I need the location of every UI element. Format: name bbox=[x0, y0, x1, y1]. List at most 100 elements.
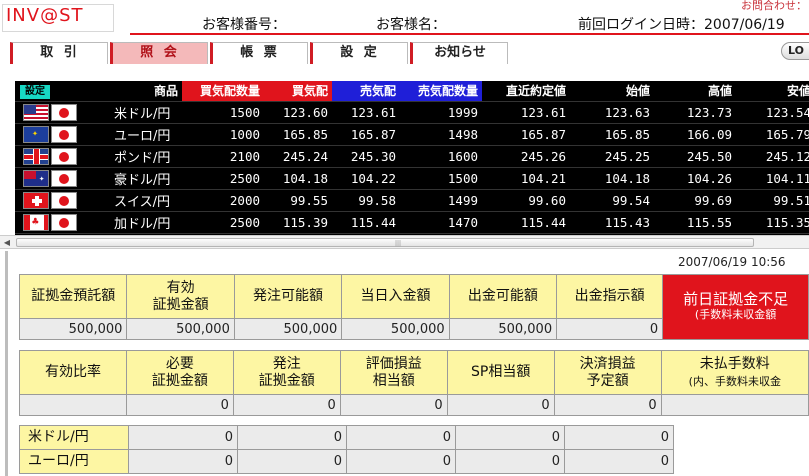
rates-header-row: 設定 商品 買気配数量 買気配 売気配 売気配数量 直近約定値 始値 高値 安値… bbox=[15, 81, 809, 101]
col-open: 始値 bbox=[570, 81, 654, 101]
flag-jp-icon bbox=[51, 147, 77, 165]
header-order-available: 発注可能額 bbox=[233, 274, 343, 319]
rate-last: 165.87 bbox=[482, 122, 570, 145]
rate-bid[interactable]: 165.85 bbox=[264, 122, 332, 145]
flag-cell bbox=[15, 188, 100, 211]
unpaid-fees-title: 未払手数料 bbox=[699, 355, 770, 372]
main-nav: 取 引 照 会 帳 票 設 定 お知らせ LO bbox=[0, 40, 809, 66]
rate-pair[interactable]: スイス/円 bbox=[100, 188, 182, 211]
breakdown-value: 0 bbox=[128, 449, 238, 474]
rate-bid[interactable]: 123.60 bbox=[264, 100, 332, 123]
rate-row[interactable]: ユーロ/円1000165.85165.871498165.87165.85166… bbox=[15, 122, 809, 145]
rate-low: 123.54 bbox=[736, 100, 809, 123]
rate-pair[interactable]: 加ドル/円 bbox=[100, 210, 182, 233]
rate-ask[interactable]: 245.30 bbox=[332, 144, 400, 167]
tab-reports[interactable]: 帳 票 bbox=[210, 42, 308, 64]
scrollbar-thumb[interactable]: ||| bbox=[16, 238, 754, 247]
rate-low: 165.79 bbox=[736, 122, 809, 145]
rate-bid[interactable]: 245.24 bbox=[264, 144, 332, 167]
rate-pair[interactable]: ポンド/円 bbox=[100, 144, 182, 167]
alert-title: 前日証拠金不足 bbox=[683, 290, 789, 308]
rate-row[interactable]: スイス/円 2000 99.55 99.58 1499 99.60 99.54 99.69 99… bbox=[15, 188, 809, 211]
logout-button[interactable]: LO bbox=[781, 42, 809, 60]
pl-summary-values: 0 0 0 0 0 bbox=[19, 394, 809, 416]
col-ask-qty: 売気配数量 bbox=[400, 81, 482, 101]
rate-last: 115.44 bbox=[482, 210, 570, 233]
settings-button[interactable]: 設定 bbox=[20, 84, 50, 99]
tab-settings[interactable]: 設 定 bbox=[310, 42, 408, 64]
value-order-available: 500,000 bbox=[233, 318, 343, 340]
rate-row[interactable]: ポンド/円 2100 245.24 245.30 1600 245.26 245.25 245… bbox=[15, 144, 809, 167]
scroll-grip-icon: ||| bbox=[395, 240, 402, 247]
customer-number-label: お客様番号： bbox=[202, 17, 286, 33]
value-effective-ratio bbox=[19, 394, 127, 416]
rate-ask[interactable]: 99.58 bbox=[332, 188, 400, 211]
value-required-margin: 0 bbox=[125, 394, 234, 416]
rate-bid[interactable]: 99.55 bbox=[264, 188, 332, 211]
header-today-deposit: 当日入金額 bbox=[341, 274, 450, 319]
rate-ask[interactable]: 165.87 bbox=[332, 122, 400, 145]
col-ask: 売気配 bbox=[332, 81, 400, 101]
alert-subtitle: (手数料未収金額 bbox=[694, 308, 777, 321]
flag-cell bbox=[15, 100, 100, 123]
rate-last: 104.21 bbox=[482, 166, 570, 189]
rate-high: 115.55 bbox=[654, 210, 736, 233]
flag-au-icon bbox=[23, 169, 49, 187]
last-login-value: 2007/06/19 bbox=[704, 17, 785, 33]
rate-pair[interactable]: ユーロ/円 bbox=[100, 122, 182, 145]
rate-row[interactable]: 加ドル/円2500115.39115.441470115.44115.43115… bbox=[15, 210, 809, 233]
tab-trade[interactable]: 取 引 bbox=[10, 42, 108, 64]
settings-cell: 設定 bbox=[15, 81, 100, 101]
rate-bid[interactable]: 104.18 bbox=[264, 166, 332, 189]
rate-high: 245.50 bbox=[654, 144, 736, 167]
header-effective-ratio: 有効比率 bbox=[19, 350, 127, 395]
margin-shortage-alert: 前日証拠金不足 (手数料未収金額 bbox=[662, 274, 809, 340]
margin-summary-table: 証拠金預託額 有効 証拠金額 発注可能額 当日入金額 出金可能額 出金指示額 前… bbox=[18, 274, 809, 340]
value-settlement-pl: 0 bbox=[553, 394, 662, 416]
rate-bid-qty: 2500 bbox=[182, 210, 264, 233]
rate-high: 99.69 bbox=[654, 188, 736, 211]
rate-ask-qty: 1999 bbox=[400, 100, 482, 123]
value-valuation-pl: 0 bbox=[339, 394, 448, 416]
contact-link[interactable]: お問合わせ： bbox=[741, 0, 807, 13]
header-unpaid-fees: 未払手数料 (内、手数料未収金 bbox=[660, 350, 809, 395]
scroll-left-icon[interactable]: ◀ bbox=[1, 237, 13, 248]
left-edge-bar bbox=[5, 251, 8, 476]
rate-open: 99.54 bbox=[570, 188, 654, 211]
col-product: 商品 bbox=[100, 81, 182, 101]
col-last: 直近約定値 bbox=[482, 81, 570, 101]
rate-ask-qty: 1499 bbox=[400, 188, 482, 211]
rate-bid[interactable]: 115.39 bbox=[264, 210, 332, 233]
rate-ask-qty: 1498 bbox=[400, 122, 482, 145]
rate-row[interactable]: 豪ドル/円2500104.18104.221500104.21104.18104… bbox=[15, 166, 809, 189]
horizontal-scrollbar[interactable]: ◀ ||| bbox=[0, 235, 809, 249]
rates-board: 設定 商品 買気配数量 買気配 売気配 売気配数量 直近約定値 始値 高値 安値… bbox=[15, 81, 809, 235]
rate-pair[interactable]: 豪ドル/円 bbox=[100, 166, 182, 189]
customer-name-label: お客様名： bbox=[376, 17, 446, 33]
breakdown-value: 0 bbox=[128, 425, 238, 450]
rate-bid-qty: 2000 bbox=[182, 188, 264, 211]
header-valuation-pl: 評価損益 相当額 bbox=[339, 350, 448, 395]
rate-pair[interactable]: 米ドル/円 bbox=[100, 100, 182, 123]
value-sp-amount: 0 bbox=[446, 394, 555, 416]
value-deposit: 500,000 bbox=[18, 318, 128, 340]
header-settlement-pl: 決済損益 予定額 bbox=[553, 350, 662, 395]
rate-ask[interactable]: 115.44 bbox=[332, 210, 400, 233]
rate-high: 166.09 bbox=[654, 122, 736, 145]
tab-notices[interactable]: お知らせ bbox=[410, 42, 508, 64]
header-deposit: 証拠金預託額 bbox=[18, 274, 128, 319]
rate-low: 245.12 bbox=[736, 144, 809, 167]
rate-ask[interactable]: 123.61 bbox=[332, 100, 400, 123]
tab-inquiry[interactable]: 照 会 bbox=[110, 42, 208, 64]
header: INV@ST お問合わせ： お客様番号： お客様名： 前回ログイン日時：2007… bbox=[0, 0, 809, 40]
breakdown-value: 0 bbox=[455, 425, 565, 450]
rate-low: 104.11 bbox=[736, 166, 809, 189]
breakdown-value: 0 bbox=[237, 449, 347, 474]
rate-ask-qty: 1470 bbox=[400, 210, 482, 233]
rate-row[interactable]: 米ドル/円 1500 123.60 123.61 1999 123.61 123.63 123… bbox=[15, 100, 809, 123]
rate-open: 123.63 bbox=[570, 100, 654, 123]
header-divider bbox=[130, 33, 809, 35]
flag-cell bbox=[15, 122, 100, 145]
rate-ask[interactable]: 104.22 bbox=[332, 166, 400, 189]
flag-cell bbox=[15, 166, 100, 189]
